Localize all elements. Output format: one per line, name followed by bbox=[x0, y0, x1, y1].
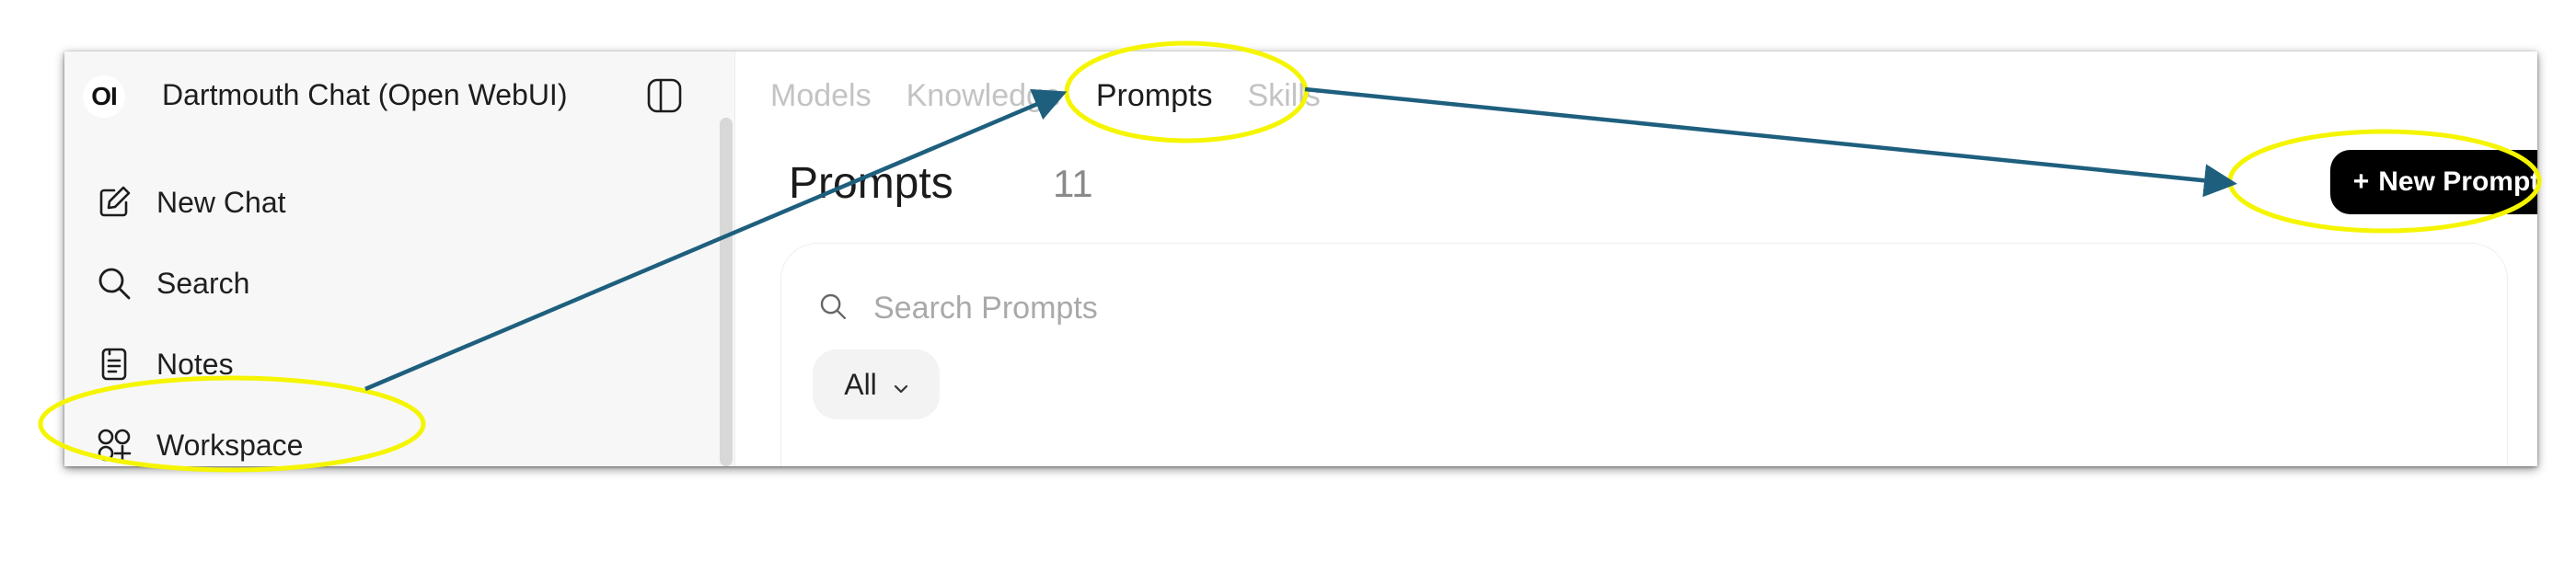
tab-prompts[interactable]: Prompts bbox=[1096, 78, 1213, 114]
prompts-panel: All bbox=[780, 243, 2508, 466]
sidebar-item-label: New Chat bbox=[156, 185, 286, 219]
sidebar-item-label: Notes bbox=[156, 347, 234, 381]
search-icon bbox=[94, 263, 134, 303]
sidebar-item-search[interactable]: Search bbox=[77, 248, 712, 318]
annotated-screenshot: OI Dartmouth Chat (Open WebUI) New Chat … bbox=[0, 0, 2576, 561]
new-prompt-label: New Prompt bbox=[2378, 166, 2537, 197]
search-input[interactable] bbox=[872, 289, 2256, 327]
filter-dropdown[interactable]: All bbox=[813, 349, 940, 419]
app-logo[interactable]: OI bbox=[83, 75, 125, 118]
sidebar-item-label: Search bbox=[156, 266, 250, 300]
app-title: Dartmouth Chat (Open WebUI) bbox=[162, 78, 568, 111]
prompt-count: 11 bbox=[1053, 162, 1093, 205]
edit-icon bbox=[94, 182, 134, 223]
sidebar-item-workspace[interactable]: Workspace bbox=[77, 410, 712, 466]
sidebar-scrollbar[interactable] bbox=[720, 118, 733, 466]
plus-icon: + bbox=[2352, 166, 2370, 197]
filter-label: All bbox=[844, 367, 877, 401]
tab-knowledge[interactable]: Knowledge bbox=[907, 78, 1061, 114]
sidebar-header: OI Dartmouth Chat (Open WebUI) bbox=[64, 52, 734, 136]
app-window: OI Dartmouth Chat (Open WebUI) New Chat … bbox=[64, 52, 2537, 466]
tab-skills[interactable]: Skills bbox=[1247, 78, 1320, 114]
workspace-tabs: Models Knowledge Prompts Skills bbox=[735, 68, 1321, 123]
sidebar-item-new-chat[interactable]: New Chat bbox=[77, 167, 712, 237]
tab-models[interactable]: Models bbox=[770, 78, 872, 114]
workspace-icon bbox=[94, 425, 134, 465]
sidebar-item-notes[interactable]: Notes bbox=[77, 329, 712, 399]
sidebar: OI Dartmouth Chat (Open WebUI) New Chat … bbox=[64, 52, 735, 466]
new-prompt-button[interactable]: + New Prompt bbox=[2330, 150, 2537, 214]
sidebar-item-label: Workspace bbox=[156, 428, 304, 462]
chevron-down-icon bbox=[894, 368, 908, 402]
sidebar-toggle-icon[interactable] bbox=[646, 77, 683, 114]
search-icon bbox=[818, 292, 848, 326]
search-bar bbox=[818, 280, 2383, 336]
main-content: Models Knowledge Prompts Skills Prompts … bbox=[735, 52, 2537, 466]
page-title: Prompts bbox=[789, 159, 953, 208]
notes-icon bbox=[94, 344, 134, 384]
